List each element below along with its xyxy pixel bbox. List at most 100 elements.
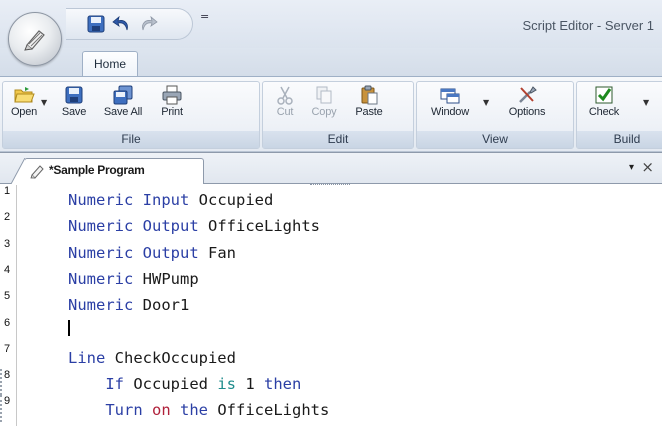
tab-list-dropdown-icon[interactable]: ▾	[629, 162, 634, 173]
ribbon-tab-row: Home	[0, 48, 662, 77]
code-token: CheckOccupied	[105, 348, 236, 367]
code-text: Numeric Door1	[68, 296, 189, 314]
application-menu-button[interactable]	[8, 12, 62, 66]
code-token: OfficeLights	[198, 217, 320, 236]
code-line[interactable]: 1 Numeric Input Occupied	[0, 185, 662, 211]
save-label: Save	[61, 106, 87, 118]
window-button[interactable]: Window	[423, 85, 477, 125]
save-icon[interactable]	[86, 14, 106, 34]
code-line[interactable]: 5 Numeric Door1	[0, 290, 662, 316]
code-text: Numeric Output OfficeLights	[68, 217, 320, 235]
line-number: 6	[4, 316, 11, 329]
code-line[interactable]: 9 Turn on the OfficeLights	[0, 395, 662, 422]
code-token: Door1	[133, 296, 190, 315]
code-text: Turn on the OfficeLights	[68, 401, 329, 419]
copy-icon	[316, 86, 332, 104]
save-icon	[65, 86, 83, 104]
document-tab[interactable]: *Sample Program	[11, 158, 204, 184]
code-token: Line	[68, 348, 106, 367]
open-dropdown-icon[interactable]: ▼	[41, 98, 47, 107]
code-token: Numeric	[68, 191, 134, 209]
fold-marker	[0, 395, 6, 422]
code-line[interactable]: 3 Numeric Output Fan	[0, 238, 662, 264]
window-icon	[440, 88, 460, 104]
customize-qat-icon[interactable]: =	[200, 10, 209, 23]
line-number: 5	[4, 290, 11, 303]
code-token: on	[152, 401, 171, 420]
code-token: Output	[142, 243, 199, 262]
code-token: the	[180, 401, 209, 420]
group-build: Check ▼ Build	[576, 81, 662, 149]
code-token: Numeric	[68, 243, 134, 262]
group-label-build: Build	[577, 131, 662, 148]
code-text: Numeric Output Fan	[68, 244, 236, 262]
text-caret	[68, 319, 70, 336]
code-token: Output	[142, 217, 199, 236]
cut-button[interactable]: Cut	[269, 85, 301, 125]
check-button[interactable]: Check	[583, 85, 625, 125]
paste-button[interactable]: Paste	[349, 85, 389, 125]
options-button[interactable]: Options	[499, 85, 555, 125]
code-line[interactable]: 7 Line CheckOccupied	[0, 343, 662, 369]
save-all-button[interactable]: Save All	[99, 85, 147, 125]
code-editor[interactable]: 1 Numeric Input Occupied 2 Numeric Output O…	[0, 185, 662, 426]
title-bar: = Script Editor - Server 1	[0, 0, 662, 49]
script-icon	[24, 30, 45, 51]
cut-label: Cut	[276, 106, 294, 118]
line-number: 1	[4, 185, 11, 197]
code-token: is	[217, 375, 236, 394]
code-line[interactable]: 8 If Occupied is 1 then	[0, 369, 662, 396]
code-line[interactable]: 2 Numeric Output OfficeLights	[0, 211, 662, 237]
cut-icon	[277, 86, 293, 105]
copy-button[interactable]: Copy	[305, 85, 343, 125]
check-dropdown-icon[interactable]: ▼	[643, 98, 649, 107]
check-icon	[595, 86, 613, 104]
check-label: Check	[588, 106, 620, 118]
window-title: Script Editor - Server 1	[522, 18, 655, 33]
line-number: 3	[4, 237, 11, 250]
paste-label: Paste	[355, 106, 383, 118]
quick-access-toolbar	[66, 8, 193, 40]
code-token: then	[264, 375, 302, 394]
document-tab-strip: *Sample Program ▾ ×	[0, 153, 662, 184]
code-token: Input	[142, 191, 190, 209]
close-document-icon[interactable]: ×	[641, 158, 654, 176]
group-label-view: View	[417, 131, 573, 148]
window-dropdown-icon[interactable]: ▼	[483, 98, 489, 107]
print-button[interactable]: Print	[153, 85, 191, 125]
fold-marker	[0, 369, 6, 396]
line-number: 4	[4, 263, 11, 276]
code-token: Occupied	[124, 375, 218, 394]
code-token: Numeric	[68, 217, 134, 236]
print-label: Print	[161, 106, 183, 118]
line-number: 7	[4, 342, 11, 355]
save-all-label: Save All	[103, 106, 143, 118]
code-token: If	[105, 375, 124, 394]
code-text: Numeric HWPump	[68, 270, 199, 288]
tab-slant	[11, 158, 25, 184]
code-line[interactable]: 4 Numeric HWPump	[0, 264, 662, 290]
ribbon: Open ▼ Save Save All Print File Cut Copy…	[0, 76, 662, 152]
group-view: Window ▼ Options View	[416, 81, 574, 149]
code-token: HWPump	[133, 269, 199, 288]
code-text: Numeric Input Occupied	[68, 191, 273, 209]
tab-home[interactable]: Home	[82, 51, 138, 77]
group-edit: Cut Copy Paste Edit	[262, 81, 414, 149]
print-icon	[162, 85, 182, 105]
script-file-icon	[30, 165, 44, 179]
code-token: Occupied	[189, 191, 274, 209]
open-button[interactable]: Open	[7, 85, 41, 125]
open-folder-icon	[14, 87, 35, 103]
save-button[interactable]: Save	[57, 85, 91, 125]
redo-icon[interactable]	[138, 14, 158, 34]
code-text: Line CheckOccupied	[68, 349, 236, 367]
undo-icon[interactable]	[112, 14, 132, 34]
code-line[interactable]: 6	[0, 317, 662, 343]
document-area: *Sample Program ▾ × 1 Numeric Input Occup…	[0, 152, 662, 426]
